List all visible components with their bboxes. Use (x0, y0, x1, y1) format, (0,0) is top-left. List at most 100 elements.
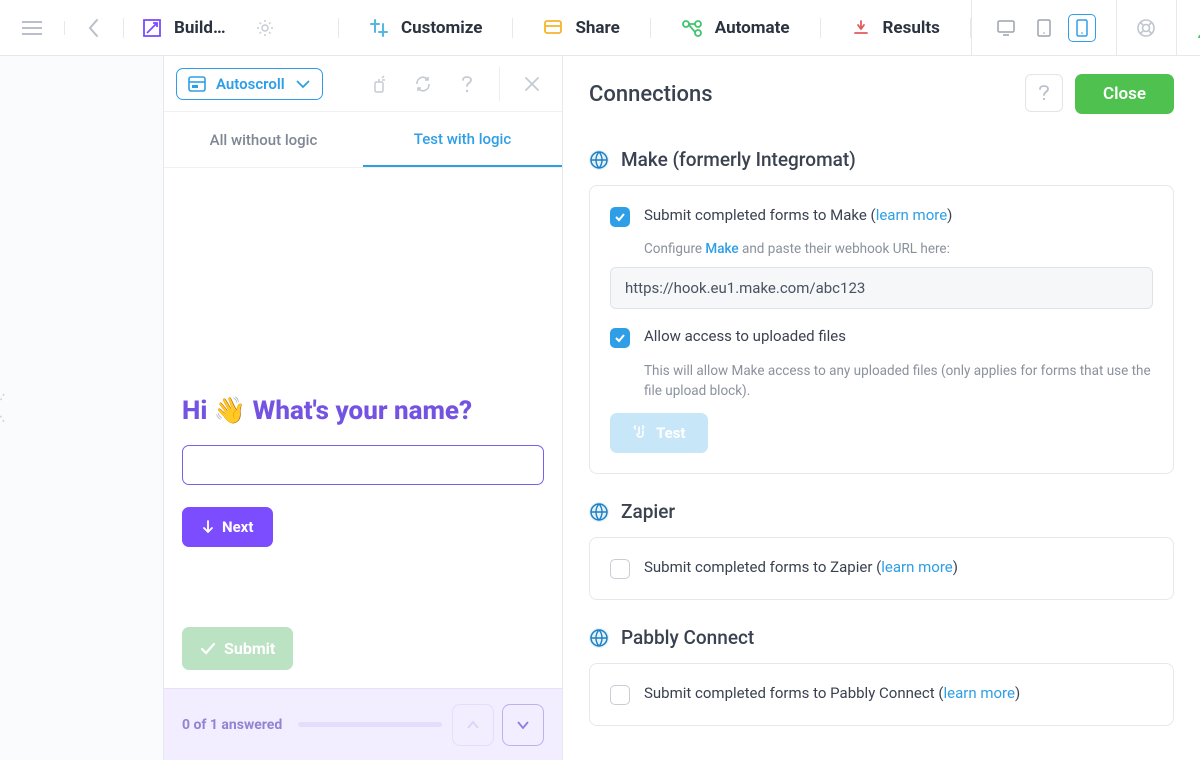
globe-icon (589, 150, 609, 170)
user-icon (1196, 17, 1200, 39)
top-bar: Build… Customize Share Automate Results (0, 0, 1200, 56)
zapier-submit-checkbox[interactable] (610, 559, 630, 579)
gear-icon[interactable] (256, 19, 274, 37)
tab-build-label: Build… (174, 18, 244, 38)
tab-customize[interactable]: Customize (339, 18, 513, 38)
preview-tabs: All without logic Test with logic (164, 112, 562, 168)
zapier-card: Submit completed forms to Zapier (learn … (589, 537, 1174, 600)
tab-all-without-logic[interactable]: All without logic (164, 112, 363, 167)
customize-icon (369, 18, 389, 38)
make-webhook-input[interactable] (610, 267, 1153, 309)
make-config-link[interactable]: Make (705, 241, 738, 257)
tab-automate[interactable]: Automate (651, 18, 821, 38)
globe-icon (589, 628, 609, 648)
build-icon (142, 18, 162, 38)
next-label: Next (222, 518, 253, 536)
tab-test-with-logic[interactable]: Test with logic (363, 112, 562, 167)
make-allow-checkbox[interactable] (610, 328, 630, 348)
preview-panel: Autoscroll All without logic Test with l… (163, 56, 563, 760)
zapier-learn-more-link[interactable]: learn more (881, 558, 952, 576)
results-icon (851, 19, 871, 37)
section-zapier-head: Zapier (589, 500, 1174, 523)
chevron-down-icon (516, 720, 530, 730)
check-icon (614, 333, 626, 343)
device-tablet-button[interactable] (1030, 14, 1058, 42)
footer-nav (452, 704, 544, 746)
help-button[interactable] (449, 74, 485, 94)
autoscroll-dropdown[interactable]: Autoscroll (176, 68, 323, 100)
device-switcher (971, 0, 1117, 55)
tab-automate-label: Automate (715, 18, 790, 38)
section-pabbly-head: Pabbly Connect (589, 626, 1174, 649)
panel-help-button[interactable] (1025, 74, 1063, 112)
next-button[interactable]: Next (182, 507, 273, 547)
mobile-icon (1076, 19, 1088, 37)
pabbly-submit-checkbox[interactable] (610, 685, 630, 705)
zapier-submit-row: Submit completed forms to Zapier (learn … (610, 558, 1153, 579)
chevron-left-icon (87, 18, 101, 38)
spray-icon (370, 74, 388, 94)
device-desktop-button[interactable] (992, 14, 1020, 42)
submit-button[interactable]: Submit (182, 627, 293, 670)
panel-body: Make (formerly Integromat) Submit comple… (563, 114, 1200, 760)
make-allow-desc: This will allow Make access to any uploa… (644, 362, 1153, 401)
make-test-button[interactable]: Test (610, 413, 708, 453)
make-config-text: Configure Make and paste their webhook U… (644, 241, 1153, 257)
connections-panel: Connections Close Make (formerly Integro… (563, 56, 1200, 760)
submit-label: Submit (224, 639, 275, 658)
close-button[interactable]: Close (1075, 74, 1174, 114)
section-make-head: Make (formerly Integromat) (589, 148, 1174, 171)
progress-bar (298, 722, 442, 727)
close-preview-button[interactable] (514, 76, 550, 92)
check-icon (200, 642, 216, 656)
tab-build[interactable]: Build… (124, 18, 339, 38)
section-pabbly-title: Pabbly Connect (621, 626, 754, 649)
tab-share[interactable]: Share (513, 18, 650, 38)
next-question-button[interactable] (502, 704, 544, 746)
hamburger-icon (22, 21, 42, 35)
back-button[interactable] (65, 18, 124, 38)
make-card: Submit completed forms to Make (learn mo… (589, 185, 1174, 474)
divider (499, 67, 500, 101)
tab-customize-label: Customize (401, 18, 482, 38)
chevron-down-icon (295, 79, 311, 89)
tab-results-label: Results (883, 18, 940, 38)
desktop-icon (997, 20, 1015, 36)
topbar-left: Build… Customize Share Automate Results (0, 0, 971, 55)
tablet-icon (1037, 19, 1051, 37)
panel-header: Connections Close (563, 56, 1200, 114)
drag-handle-icon[interactable] (0, 388, 8, 428)
close-icon (524, 76, 540, 92)
autoscroll-label: Autoscroll (216, 75, 285, 93)
make-allow-label: Allow access to uploaded files (644, 327, 846, 345)
name-input[interactable] (182, 445, 544, 485)
topbar-right (971, 0, 1200, 55)
panel-header-actions: Close (1025, 74, 1174, 114)
question-text: Hi 👋 What's your name? (182, 395, 544, 428)
account-button[interactable] (1177, 0, 1200, 55)
make-submit-checkbox[interactable] (610, 207, 630, 227)
pabbly-learn-more-link[interactable]: learn more (943, 684, 1014, 702)
test-label: Test (656, 424, 686, 442)
make-submit-row: Submit completed forms to Make (learn mo… (610, 206, 1153, 227)
lifebuoy-icon (1136, 18, 1156, 38)
form-preview: Hi 👋 What's your name? Next Submit (164, 168, 562, 688)
hamburger-menu-button[interactable] (0, 21, 65, 35)
make-submit-label: Submit completed forms to Make (learn mo… (644, 206, 952, 224)
preview-toolbar: Autoscroll (164, 56, 562, 112)
spray-tool-button[interactable] (361, 74, 397, 94)
refresh-icon (414, 75, 432, 93)
refresh-button[interactable] (405, 75, 441, 93)
make-learn-more-link[interactable]: learn more (876, 206, 947, 224)
progress-text: 0 of 1 answered (182, 717, 282, 733)
prev-question-button[interactable] (452, 704, 494, 746)
check-icon (614, 212, 626, 222)
device-mobile-button[interactable] (1068, 14, 1096, 42)
tap-icon (632, 424, 648, 442)
automate-icon (681, 19, 703, 37)
chevron-up-icon (466, 720, 480, 730)
support-button[interactable] (1117, 0, 1177, 55)
tab-results[interactable]: Results (821, 18, 971, 38)
question-icon (460, 74, 474, 94)
make-allow-row: Allow access to uploaded files (610, 327, 1153, 348)
